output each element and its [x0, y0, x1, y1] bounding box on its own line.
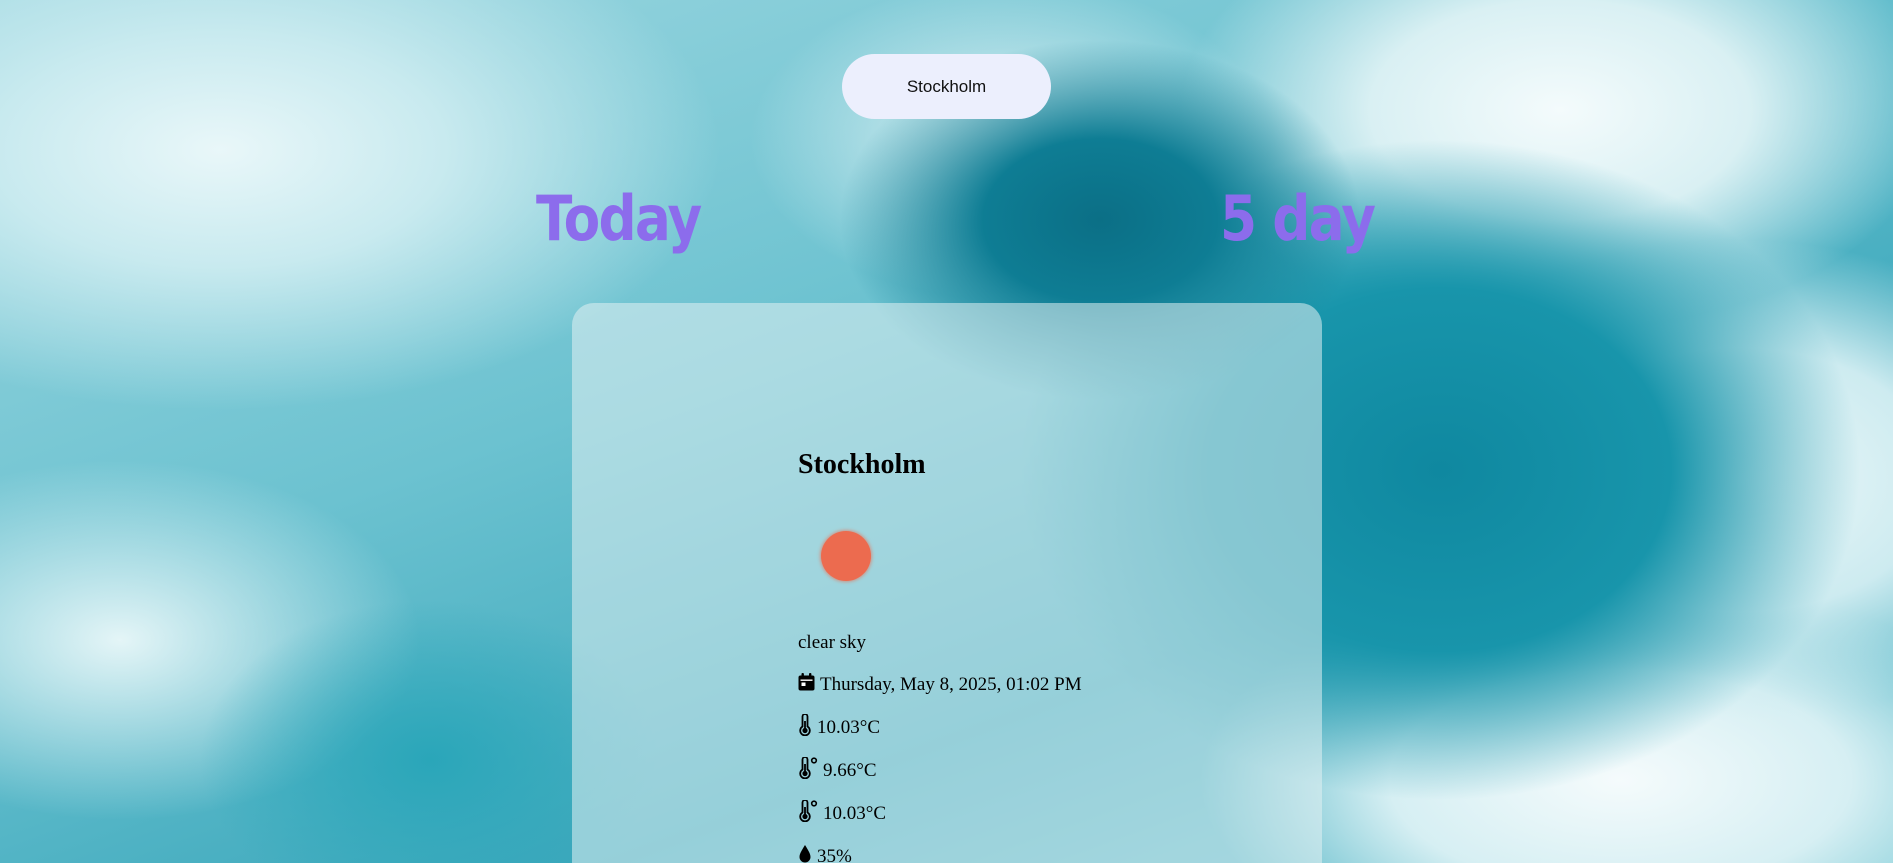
weather-card: Stockholm clear sky Thursday, May 8, 202…	[572, 303, 1322, 863]
humidity-row: 35%	[798, 844, 852, 863]
tab-today[interactable]: Today	[536, 188, 702, 250]
temperature-value: 10.03°C	[817, 717, 881, 738]
droplet-icon	[798, 844, 812, 863]
thermometer-icon	[798, 713, 812, 742]
city-name: Stockholm	[798, 449, 926, 480]
max-temp-value: 10.03°C	[823, 803, 887, 824]
feels-like-row: 9.66°C	[798, 756, 877, 785]
thermometer-max-icon	[798, 799, 818, 828]
sun-icon	[821, 531, 871, 581]
date-row: Thursday, May 8, 2025, 01:02 PM	[798, 672, 1082, 698]
date-text: Thursday, May 8, 2025, 01:02 PM	[820, 674, 1082, 695]
max-temp-row: 10.03°C	[798, 799, 887, 828]
temperature-row: 10.03°C	[798, 713, 881, 742]
city-search-input[interactable]	[842, 54, 1051, 119]
humidity-value: 35%	[817, 846, 852, 863]
weather-description: clear sky	[798, 632, 867, 653]
feels-like-value: 9.66°C	[823, 760, 877, 781]
tab-five-day[interactable]: 5 day	[1220, 188, 1376, 250]
thermometer-feels-like-icon	[798, 756, 818, 785]
calendar-icon	[798, 673, 815, 697]
